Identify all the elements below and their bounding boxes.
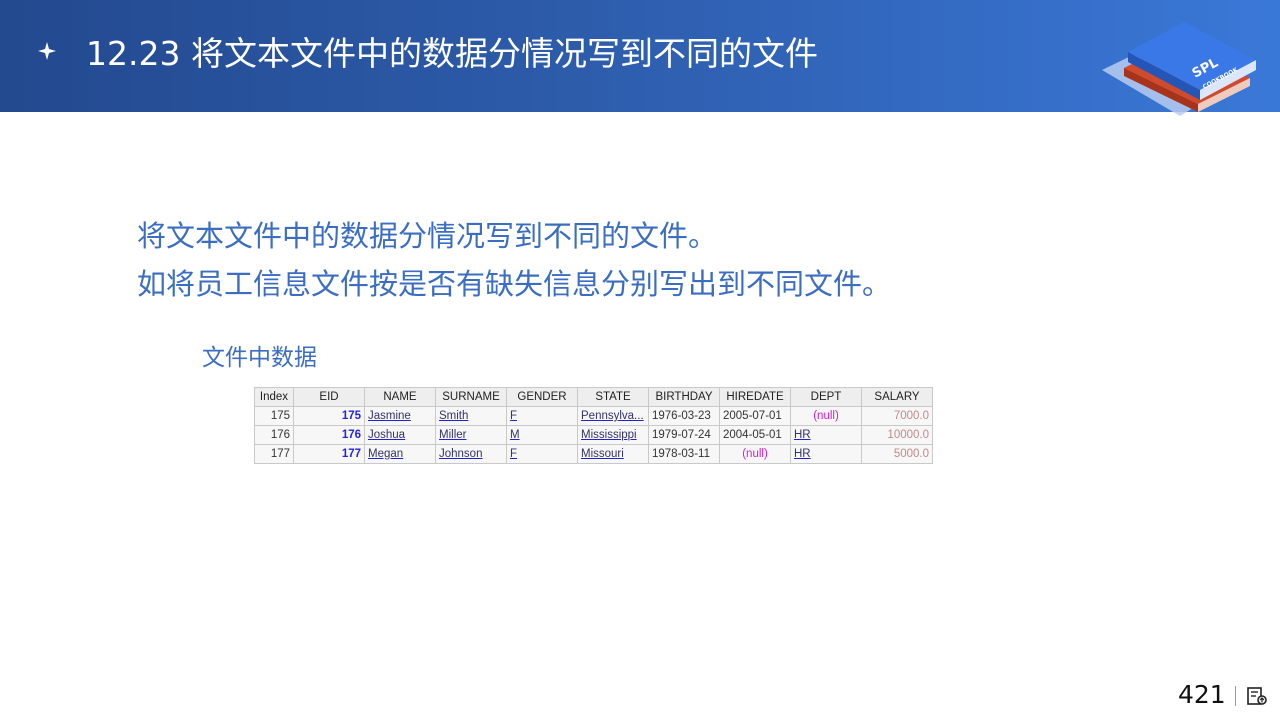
cell-name-link[interactable]: Jasmine bbox=[368, 410, 411, 422]
intro-line-1: 将文本文件中的数据分情况写到不同的文件。 bbox=[137, 219, 718, 253]
table-header-row: Index EID NAME SURNAME GENDER STATE BIRT… bbox=[254, 387, 933, 407]
column-header[interactable]: SURNAME bbox=[435, 387, 507, 407]
table-row[interactable]: 177 177 Megan Johnson F Missouri 1978-03… bbox=[254, 444, 933, 464]
column-header[interactable]: DEPT bbox=[790, 387, 862, 407]
intro-line-2: 如将员工信息文件按是否有缺失信息分别写出到不同文件。 bbox=[137, 267, 892, 301]
cell-state-link[interactable]: Pennsylva... bbox=[581, 410, 644, 422]
intro-text: 将文本文件中的数据分情况写到不同的文件。 如将员工信息文件按是否有缺失信息分别写… bbox=[137, 212, 891, 308]
cell-salary: 10000.0 bbox=[861, 425, 933, 445]
cell-birthday: 1979-07-24 bbox=[648, 425, 720, 445]
table-row[interactable]: 176 176 Joshua Miller M Mississippi 1979… bbox=[254, 425, 933, 445]
cell-gender-link[interactable]: M bbox=[510, 429, 520, 441]
cell-state-link[interactable]: Mississippi bbox=[581, 429, 637, 441]
cell-index: 177 bbox=[254, 444, 294, 464]
table-caption: 文件中数据 bbox=[202, 345, 317, 371]
column-header[interactable]: SALARY bbox=[861, 387, 933, 407]
column-header[interactable]: BIRTHDAY bbox=[648, 387, 720, 407]
data-table: Index EID NAME SURNAME GENDER STATE BIRT… bbox=[254, 387, 933, 464]
cell-dept-link[interactable]: HR bbox=[794, 448, 811, 460]
cell-gender-link[interactable]: F bbox=[510, 448, 517, 460]
cell-dept-link[interactable]: HR bbox=[794, 429, 811, 441]
cell-index: 175 bbox=[254, 406, 294, 426]
cell-hiredate: 2004-05-01 bbox=[719, 425, 791, 445]
column-header[interactable]: NAME bbox=[364, 387, 436, 407]
cell-index: 176 bbox=[254, 425, 294, 445]
column-header[interactable]: EID bbox=[293, 387, 365, 407]
cell-salary: 7000.0 bbox=[861, 406, 933, 426]
cell-birthday: 1978-03-11 bbox=[648, 444, 720, 464]
table-row[interactable]: 175 175 Jasmine Smith F Pennsylva... 197… bbox=[254, 406, 933, 426]
slide-title: 12.23 将文本文件中的数据分情况写到不同的文件 bbox=[86, 34, 818, 73]
column-header[interactable]: HIREDATE bbox=[719, 387, 791, 407]
cell-hiredate: 2005-07-01 bbox=[719, 406, 791, 426]
cell-surname-link[interactable]: Miller bbox=[439, 429, 466, 441]
page-number: 421 bbox=[1178, 680, 1226, 709]
cell-eid: 175 bbox=[293, 406, 365, 426]
cell-surname-link[interactable]: Johnson bbox=[439, 448, 482, 460]
cell-hiredate-null: (null) bbox=[742, 448, 768, 460]
footer-divider bbox=[1235, 686, 1236, 706]
sparkle-icon bbox=[38, 42, 56, 60]
column-header[interactable]: Index bbox=[254, 387, 294, 407]
cell-birthday: 1976-03-23 bbox=[648, 406, 720, 426]
column-header[interactable]: GENDER bbox=[506, 387, 578, 407]
cell-eid: 177 bbox=[293, 444, 365, 464]
notes-icon[interactable] bbox=[1246, 686, 1268, 706]
cell-eid: 176 bbox=[293, 425, 365, 445]
cell-name-link[interactable]: Megan bbox=[368, 448, 403, 460]
cell-salary: 5000.0 bbox=[861, 444, 933, 464]
cell-name-link[interactable]: Joshua bbox=[368, 429, 405, 441]
cell-dept-null: (null) bbox=[813, 410, 839, 422]
column-header[interactable]: STATE bbox=[577, 387, 649, 407]
title-bar: 12.23 将文本文件中的数据分情况写到不同的文件 SPL COOKBOOK bbox=[0, 0, 1280, 116]
cell-gender-link[interactable]: F bbox=[510, 410, 517, 422]
cell-state-link[interactable]: Missouri bbox=[581, 448, 624, 460]
cell-surname-link[interactable]: Smith bbox=[439, 410, 468, 422]
slide: 12.23 将文本文件中的数据分情况写到不同的文件 SPL COOKBOOK 将… bbox=[0, 0, 1280, 720]
spl-cookbook-logo: SPL COOKBOOK bbox=[1102, 22, 1256, 116]
